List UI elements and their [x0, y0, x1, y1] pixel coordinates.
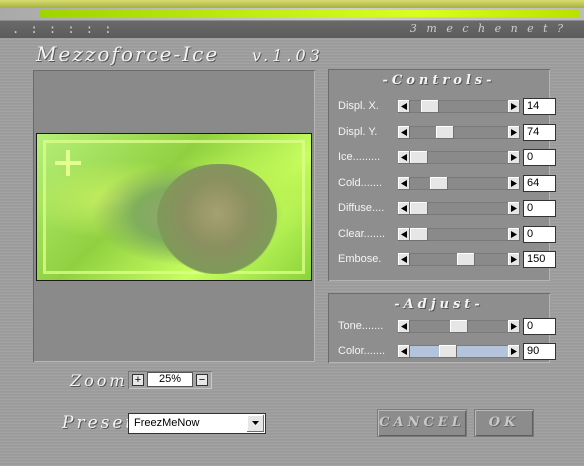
- slider-label: Tone.......: [338, 320, 384, 332]
- slider-value-field[interactable]: 0: [523, 318, 556, 335]
- slider-value-field[interactable]: 90: [523, 342, 556, 360]
- header-dots: . : : : : :: [12, 22, 114, 36]
- slider-track[interactable]: [398, 125, 520, 139]
- arrow-left-icon[interactable]: [398, 344, 410, 358]
- arrow-left-icon[interactable]: [398, 100, 410, 113]
- slider-thumb[interactable]: [430, 176, 448, 190]
- adjust-title: -Adjust-: [394, 297, 484, 312]
- controls-row: Ice......... 0: [338, 149, 556, 167]
- slider-track[interactable]: [398, 202, 520, 215]
- plugin-window: . : : : : : 3 m e c h e n e t ? Mezzofor…: [0, 0, 584, 466]
- slider-thumb[interactable]: [421, 100, 439, 113]
- arrow-right-icon[interactable]: [508, 320, 520, 333]
- ok-button[interactable]: OK: [475, 410, 533, 436]
- cross-ornament: [55, 150, 81, 176]
- arrow-right-icon[interactable]: [508, 202, 520, 215]
- slider-label: Ice.........: [338, 151, 381, 163]
- top-strip: [0, 0, 584, 8]
- slider-track[interactable]: [398, 320, 520, 333]
- preset-selected: FreezMeNow: [134, 417, 200, 429]
- slider-value-field[interactable]: 74: [523, 123, 556, 141]
- slider-label: Diffuse....: [338, 202, 385, 214]
- slider-label: Color.......: [338, 344, 386, 357]
- arrow-right-icon[interactable]: [508, 151, 520, 164]
- arrow-right-icon[interactable]: [508, 253, 520, 266]
- arrow-left-icon[interactable]: [398, 320, 410, 333]
- preview-image[interactable]: [36, 133, 312, 281]
- adjust-row: Color....... 90: [338, 342, 556, 361]
- adjust-panel: -Adjust- Tone....... 0 Color....... 90: [328, 293, 556, 363]
- slider-thumb[interactable]: [410, 151, 428, 164]
- adjust-row: Tone....... 0: [338, 318, 556, 336]
- arrow-right-icon[interactable]: [508, 227, 520, 241]
- preset-label: Preset: [62, 413, 136, 433]
- zoom-in-button[interactable]: +: [132, 374, 144, 386]
- arrow-right-icon[interactable]: [508, 344, 520, 358]
- slider-thumb[interactable]: [410, 227, 428, 241]
- slider-value-field[interactable]: 0: [523, 149, 556, 166]
- arrow-left-icon[interactable]: [398, 227, 410, 241]
- slider-track[interactable]: [398, 253, 520, 266]
- slider-label: Cold.......: [338, 176, 383, 189]
- cancel-button[interactable]: CANCEL: [378, 410, 466, 436]
- arrow-left-icon[interactable]: [398, 125, 410, 139]
- slider-thumb[interactable]: [439, 344, 457, 358]
- slider-label: Clear.......: [338, 227, 386, 240]
- slider-track[interactable]: [398, 344, 520, 358]
- slider-track[interactable]: [398, 227, 520, 241]
- slider-thumb[interactable]: [410, 202, 428, 215]
- preview-face: [157, 164, 277, 274]
- slider-value-field[interactable]: 0: [523, 225, 556, 243]
- slider-label: Displ. Y.: [338, 125, 378, 138]
- arrow-left-icon[interactable]: [398, 253, 410, 266]
- controls-row: Cold....... 64: [338, 174, 556, 193]
- plugin-title: Mezzoforce-Ice: [36, 42, 220, 66]
- controls-row: Displ. Y. 74: [338, 123, 556, 142]
- preset-select[interactable]: FreezMeNow: [128, 413, 266, 434]
- arrow-right-icon[interactable]: [508, 100, 520, 113]
- controls-row: Embose. 150: [338, 251, 556, 269]
- zoom-value: 25%: [147, 372, 193, 387]
- green-accent-bar: [40, 10, 580, 17]
- slider-track[interactable]: [398, 176, 520, 190]
- slider-label: Displ. X.: [338, 100, 379, 112]
- arrow-left-icon[interactable]: [398, 151, 410, 164]
- controls-row: Clear....... 0: [338, 225, 556, 244]
- zoom-control: + 25% −: [128, 371, 212, 389]
- slider-value-field[interactable]: 64: [523, 174, 556, 192]
- zoom-label: Zoom: [70, 371, 128, 390]
- slider-label: Embose.: [338, 253, 382, 265]
- slider-value-field[interactable]: 14: [523, 98, 556, 115]
- slider-thumb[interactable]: [450, 320, 468, 333]
- controls-row: Diffuse.... 0: [338, 200, 556, 218]
- controls-panel: -Controls- Displ. X. 14 Displ. Y. 74 Ice....…: [328, 69, 556, 281]
- controls-row: Displ. X. 14: [338, 98, 556, 116]
- slider-track[interactable]: [398, 100, 520, 113]
- plugin-version: v.1.03: [252, 46, 324, 65]
- arrow-left-icon[interactable]: [398, 202, 410, 215]
- dropdown-arrow-icon[interactable]: [247, 415, 264, 432]
- slider-track[interactable]: [398, 151, 520, 164]
- arrow-left-icon[interactable]: [398, 176, 410, 190]
- arrow-right-icon[interactable]: [508, 125, 520, 139]
- slider-value-field[interactable]: 150: [523, 251, 556, 268]
- slider-thumb[interactable]: [436, 125, 454, 139]
- brand-text: 3 m e c h e n e t ?: [409, 22, 566, 35]
- zoom-out-button[interactable]: −: [196, 374, 208, 386]
- controls-title: -Controls-: [382, 73, 496, 88]
- slider-value-field[interactable]: 0: [523, 200, 556, 217]
- slider-thumb[interactable]: [457, 253, 475, 266]
- arrow-right-icon[interactable]: [508, 176, 520, 190]
